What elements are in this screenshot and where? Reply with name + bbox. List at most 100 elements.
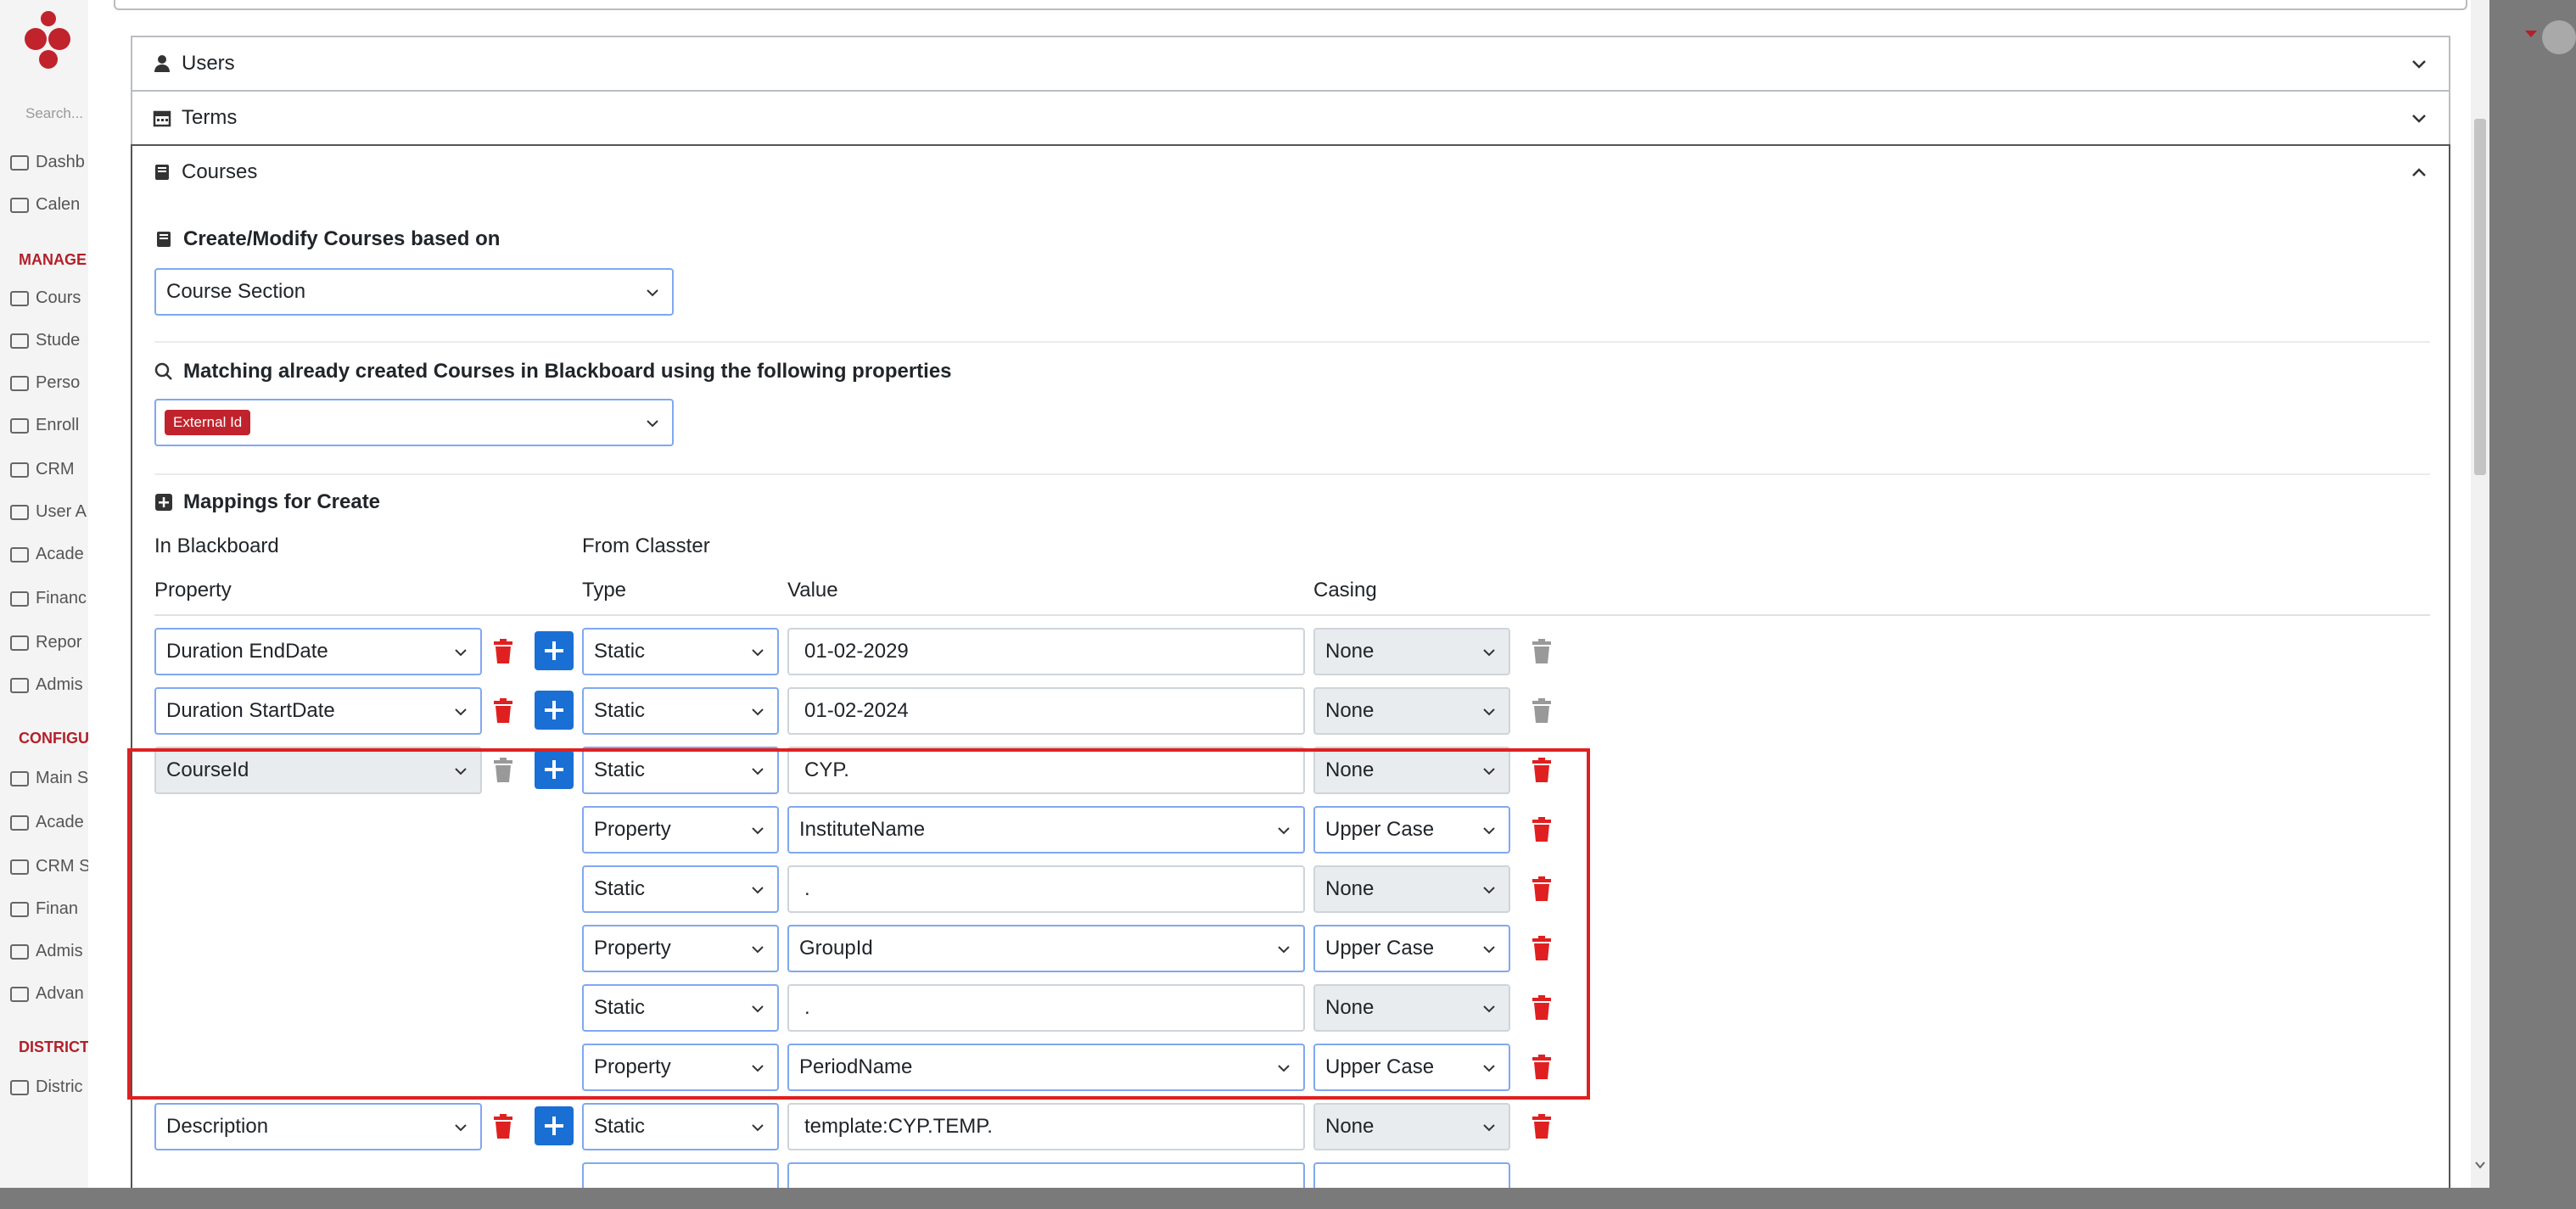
col-property: Property <box>154 579 232 602</box>
mapping-property-select[interactable]: Duration StartDate <box>154 687 482 735</box>
sidebar-item-academic[interactable]: Acade <box>10 545 84 564</box>
background-overlay-bottom <box>0 1188 2576 1209</box>
sidebar-item-financial-settings[interactable]: Finan <box>10 899 78 919</box>
sidebar-item-calendar[interactable]: Calen <box>10 195 80 215</box>
plus-square-icon <box>155 494 172 511</box>
accordion-courses-header[interactable]: Courses <box>131 144 2450 200</box>
sidebar-item-courses[interactable]: Cours <box>10 288 81 308</box>
matching-title: Matching already created Courses in Blac… <box>154 360 952 383</box>
avatar[interactable] <box>2542 20 2576 54</box>
laptop-icon <box>10 154 29 171</box>
delete-value-trash-icon[interactable] <box>1531 697 1553 725</box>
chevron-down-icon[interactable] <box>2474 1159 2486 1171</box>
sidebar-item-user-access[interactable]: User A <box>10 502 87 522</box>
col-casing: Casing <box>1313 579 1377 602</box>
mapping-casing-select-partial[interactable] <box>1313 1162 1510 1188</box>
matching-properties-select[interactable]: External Id <box>154 399 674 446</box>
sidebar-item-dashboard[interactable]: Dashb <box>10 153 85 172</box>
chevron-down-icon <box>647 289 658 297</box>
mapping-casing-select[interactable]: None <box>1313 687 1510 735</box>
mapping-type-select[interactable]: Static <box>582 628 779 675</box>
chevron-down-icon <box>455 708 467 716</box>
sidebar-item-students[interactable]: Stude <box>10 331 80 350</box>
header-divider <box>154 614 2430 616</box>
sidebar-item-persons[interactable]: Perso <box>10 373 80 393</box>
accordion-users-label: Users <box>182 52 235 75</box>
students-icon <box>10 333 29 349</box>
sidebar-item-admissions-settings[interactable]: Admis <box>10 942 83 961</box>
create-modify-select[interactable]: Course Section <box>154 268 674 316</box>
mapping-type-select[interactable]: Static <box>582 1103 779 1150</box>
money-icon <box>10 591 29 607</box>
mapping-casing-select[interactable]: None <box>1313 628 1510 675</box>
mapping-type-select-partial[interactable] <box>582 1162 779 1188</box>
mapping-property-select[interactable]: Description <box>154 1103 482 1150</box>
user-menu-caret-icon[interactable] <box>2525 31 2537 37</box>
sidebar-heading-configuration: CONFIGU <box>19 730 88 747</box>
accordion-courses-label: Courses <box>182 160 258 183</box>
institution-icon <box>10 677 29 693</box>
sidebar-item-financial[interactable]: Financ <box>10 589 87 608</box>
chevron-down-icon <box>1483 649 1495 657</box>
highlight-box <box>127 748 1590 1100</box>
sidebar-search[interactable]: Search... <box>25 105 83 122</box>
accordion-terms-label: Terms <box>182 106 238 129</box>
sidebar-item-academic-settings[interactable]: Acade <box>10 813 84 832</box>
delete-value-trash-icon[interactable] <box>1531 638 1553 665</box>
add-value-button[interactable] <box>535 631 574 670</box>
accordion-terms-header[interactable]: Terms <box>131 90 2450 146</box>
chevron-down-icon <box>1483 1124 1495 1132</box>
chevron-down-icon <box>1483 708 1495 716</box>
sidebar-item-crm-settings[interactable]: CRM S <box>10 857 88 876</box>
crm-icon <box>10 462 29 478</box>
external-id-badge[interactable]: External Id <box>165 410 251 435</box>
sidebar-item-advanced[interactable]: Advan <box>10 984 84 1004</box>
sidebar-item-district[interactable]: Distric <box>10 1077 83 1097</box>
chevron-down-icon <box>455 1124 467 1132</box>
mapping-value-input[interactable]: 01-02-2029 <box>787 628 1305 675</box>
sidebar-item-enrollments[interactable]: Enroll <box>10 416 79 435</box>
delete-property-trash-icon[interactable] <box>492 1113 514 1140</box>
accordion-users-header[interactable]: Users <box>131 36 2450 92</box>
chevron-down-icon <box>647 420 658 428</box>
delete-property-trash-icon[interactable] <box>492 638 514 665</box>
mapping-property-select[interactable]: Duration EndDate <box>154 628 482 675</box>
app-logo-icon <box>25 11 70 69</box>
book-icon <box>155 165 169 180</box>
user-icon <box>154 55 170 72</box>
scrollbar-thumb[interactable] <box>2474 119 2486 475</box>
mapping-value-input-partial[interactable] <box>787 1162 1305 1188</box>
book-icon <box>157 232 171 247</box>
chevron-down-icon <box>455 649 467 657</box>
courses-icon <box>10 290 29 306</box>
sidebar-item-main-settings[interactable]: Main S <box>10 769 88 788</box>
modal-scrollbar[interactable] <box>2471 0 2489 1188</box>
mappings-title: Mappings for Create <box>154 490 380 514</box>
person-icon <box>10 375 29 391</box>
sidebar-heading-manage: MANAGE <box>19 251 87 268</box>
list-icon <box>10 1079 29 1095</box>
add-value-button[interactable] <box>535 691 574 730</box>
delete-value-trash-icon[interactable] <box>1531 1113 1553 1140</box>
sidebar-item-reports[interactable]: Repor <box>10 633 81 652</box>
add-value-button[interactable] <box>535 1106 574 1145</box>
sliders-icon <box>10 770 29 786</box>
mapping-value-input[interactable]: 01-02-2024 <box>787 687 1305 735</box>
mapping-casing-select[interactable]: None <box>1313 1103 1510 1150</box>
background-header-right <box>2489 0 2576 1209</box>
col-value: Value <box>787 579 838 602</box>
institution-icon <box>10 943 29 960</box>
sidebar-item-admissions[interactable]: Admis <box>10 675 83 695</box>
mapping-type-select[interactable]: Static <box>582 687 779 735</box>
crm-icon <box>10 859 29 875</box>
print-icon <box>10 635 29 651</box>
sidebar-heading-district: DISTRICT <box>19 1038 88 1055</box>
chevron-down-icon <box>752 1124 764 1132</box>
modal-top-panel-edge <box>114 0 2467 10</box>
modal-dialog: Users Terms Courses Create/Modify Course… <box>88 0 2489 1188</box>
calendar-icon <box>153 110 171 127</box>
delete-property-trash-icon[interactable] <box>492 697 514 725</box>
mapping-value-input[interactable]: template:CYP.TEMP. <box>787 1103 1305 1150</box>
sidebar-item-crm[interactable]: CRM <box>10 460 75 479</box>
calendar-icon <box>10 197 29 213</box>
